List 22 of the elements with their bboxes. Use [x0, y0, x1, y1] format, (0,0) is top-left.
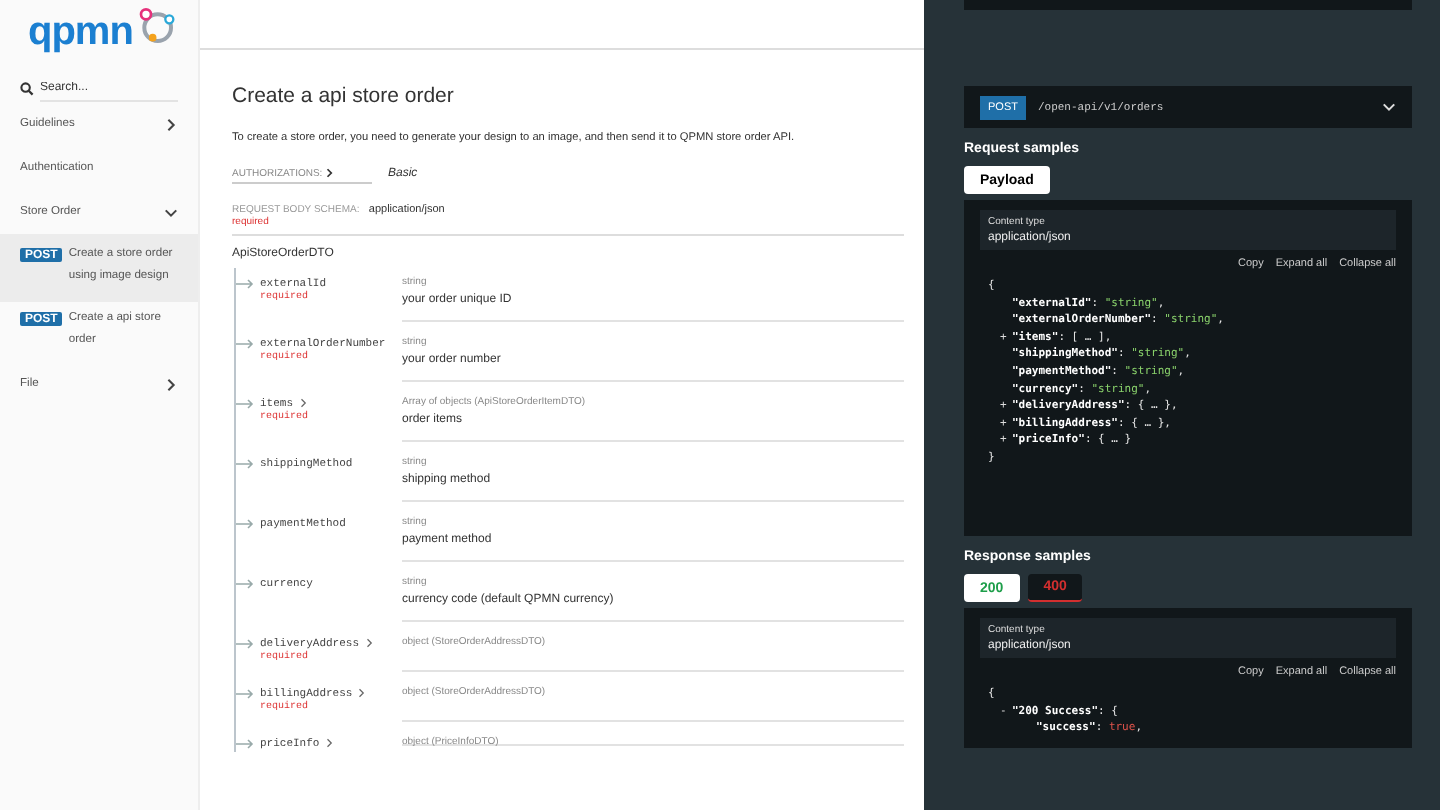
- tree-connector: [236, 396, 256, 412]
- chevron-icon: [164, 205, 178, 219]
- tree-connector: [236, 516, 256, 532]
- tree-connector: [236, 276, 256, 292]
- chevron-icon[interactable]: [358, 688, 367, 698]
- tree-connector: [236, 336, 256, 352]
- logo-text: qpmn: [28, 12, 133, 52]
- chevron-icon: [1382, 100, 1396, 114]
- chevron-icon: [164, 117, 178, 131]
- tree-connector: [236, 576, 256, 592]
- tree-connector: [236, 736, 256, 752]
- tree-connector: [236, 636, 256, 652]
- chevron-icon: [164, 377, 178, 391]
- page-title: Create a api store order: [232, 84, 456, 108]
- search-icon: [20, 82, 34, 96]
- chevron-icon[interactable]: [325, 738, 334, 748]
- logo-icon: [136, 6, 177, 46]
- tree-connector: [236, 456, 256, 472]
- tree-connector: [236, 686, 256, 702]
- chevron-icon: [325, 168, 334, 179]
- chevron-icon[interactable]: [299, 398, 308, 408]
- chevron-icon[interactable]: [365, 638, 374, 648]
